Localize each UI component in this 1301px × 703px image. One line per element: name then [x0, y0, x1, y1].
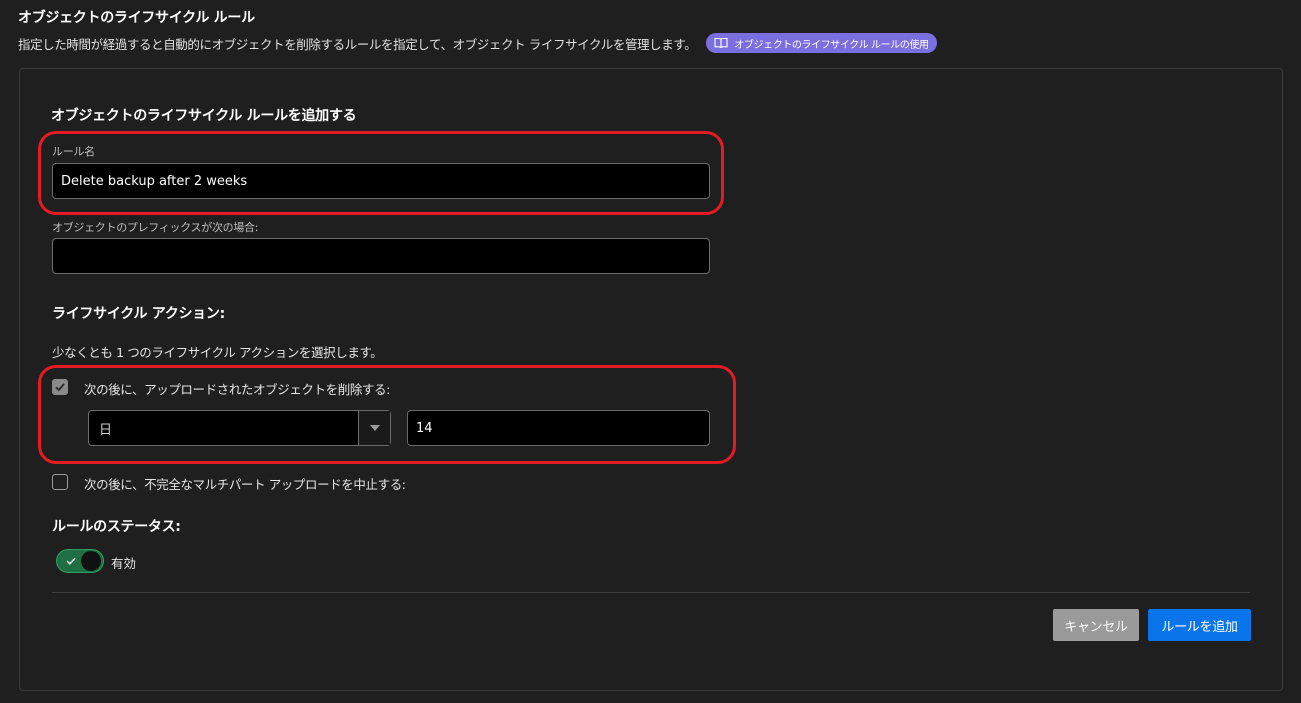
time-unit-value: 日 — [99, 422, 113, 438]
rule-name-label: ルール名 — [52, 145, 95, 158]
delete-after-label: 次の後に、アップロードされたオブジェクトを削除する: — [84, 382, 390, 397]
book-icon — [714, 37, 728, 49]
time-unit-select[interactable]: 日 — [88, 410, 391, 446]
page-description-row: 指定した時間が経過すると自動的にオブジェクトを削除するルールを指定して、オブジェ… — [18, 33, 937, 53]
chevron-down-icon[interactable] — [358, 411, 390, 445]
toggle-knob — [81, 551, 101, 571]
add-rule-panel: オブジェクトのライフサイクル ルールを追加する ルール名 オブジェクトのプレフィ… — [19, 68, 1283, 691]
page-description: 指定した時間が経過すると自動的にオブジェクトを削除するルールを指定して、オブジェ… — [18, 36, 697, 52]
rule-name-input[interactable] — [52, 163, 710, 199]
add-rule-button[interactable]: ルールを追加 — [1148, 609, 1251, 641]
help-link-label: オブジェクトのライフサイクル ルールの使用 — [734, 39, 929, 51]
rule-status-toggle[interactable] — [56, 549, 104, 573]
rule-status-label: 有効 — [111, 556, 137, 571]
check-icon — [66, 557, 76, 565]
abort-multipart-label: 次の後に、不完全なマルチパート アップロードを中止する: — [84, 477, 406, 492]
rule-status-title: ルールのステータス: — [52, 519, 181, 535]
delete-after-checkbox[interactable] — [52, 379, 68, 395]
lifecycle-actions-hint: 少なくとも 1 つのライフサイクル アクションを選択します。 — [52, 345, 383, 360]
lifecycle-actions-title: ライフサイクル アクション: — [52, 306, 225, 322]
days-amount-input[interactable] — [407, 410, 710, 446]
form-title: オブジェクトのライフサイクル ルールを追加する — [51, 108, 357, 124]
divider — [52, 592, 1250, 593]
abort-multipart-checkbox[interactable] — [52, 474, 68, 490]
check-icon — [55, 383, 65, 392]
prefix-label: オブジェクトのプレフィックスが次の場合: — [52, 221, 259, 234]
help-link-pill[interactable]: オブジェクトのライフサイクル ルールの使用 — [706, 33, 937, 53]
cancel-button[interactable]: キャンセル — [1053, 609, 1139, 641]
prefix-input[interactable] — [52, 238, 710, 274]
page-title: オブジェクトのライフサイクル ルール — [18, 10, 255, 26]
